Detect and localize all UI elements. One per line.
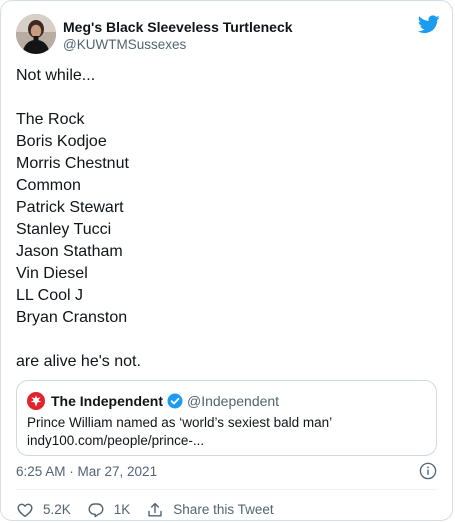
tweet-line: Stanley Tucci — [16, 221, 112, 238]
tweet-meta-row: 6:25 AM · Mar 27, 2021 — [16, 462, 437, 482]
verified-badge-icon — [167, 393, 183, 409]
share-label: Share this Tweet — [173, 502, 274, 517]
author-handle[interactable]: @KUWTMSussexes — [63, 36, 186, 54]
quoted-tweet-card[interactable]: The Independent @Independent Prince Will… — [16, 380, 437, 456]
twitter-bird-icon[interactable] — [418, 15, 440, 34]
avatar-image — [16, 14, 56, 54]
divider — [16, 489, 437, 490]
tweet-header: Meg's Black Sleeveless Turtleneck @KUWTM… — [16, 14, 440, 58]
info-icon[interactable] — [419, 462, 437, 480]
like-button[interactable]: 5.2K — [16, 501, 71, 519]
quoted-tweet-link[interactable]: indy100.com/people/prince-... — [27, 432, 423, 450]
quoted-tweet-header: The Independent @Independent — [27, 392, 279, 410]
share-button[interactable]: Share this Tweet — [146, 501, 274, 519]
heart-icon — [17, 503, 33, 517]
quoted-tweet-line: Prince William named as ‘world’s sexiest… — [27, 415, 333, 430]
reply-button[interactable]: 1K — [87, 501, 131, 519]
author-display-name[interactable]: Meg's Black Sleeveless Turtleneck — [63, 18, 293, 36]
quoted-author-name[interactable]: The Independent — [51, 392, 163, 410]
speech-bubble-icon — [88, 503, 104, 518]
tweet-line: Boris Kodjoe — [16, 133, 107, 150]
avatar[interactable] — [16, 14, 56, 54]
like-count: 5.2K — [43, 502, 71, 517]
the-independent-eagle-logo — [27, 392, 45, 410]
tweet-line: Not while... — [16, 67, 96, 84]
reply-count: 1K — [113, 502, 131, 517]
tweet-line: are alive he's not. — [16, 353, 141, 370]
quoted-tweet-text: Prince William named as ‘world’s sexiest… — [27, 414, 423, 450]
tweet-line: Patrick Stewart — [16, 199, 124, 216]
quoted-author-handle[interactable]: @Independent — [187, 392, 279, 410]
tweet-line: LL Cool J — [16, 287, 83, 304]
tweet-card: Meg's Black Sleeveless Turtleneck @KUWTM… — [0, 0, 453, 521]
tweet-actions: 5.2K 1K Share this Tweet — [16, 500, 290, 520]
tweet-line: Jason Statham — [16, 243, 123, 260]
tweet-line: Common — [16, 177, 81, 194]
tweet-timestamp[interactable]: 6:25 AM · Mar 27, 2021 — [16, 463, 157, 481]
tweet-text: Not while... The Rock Boris Kodjoe Morri… — [16, 65, 436, 373]
share-upload-icon — [148, 502, 162, 517]
tweet-line: Bryan Cranston — [16, 309, 128, 326]
tweet-line: Morris Chestnut — [16, 155, 129, 172]
tweet-line: Vin Diesel — [16, 265, 88, 282]
tweet-line: The Rock — [16, 111, 85, 128]
